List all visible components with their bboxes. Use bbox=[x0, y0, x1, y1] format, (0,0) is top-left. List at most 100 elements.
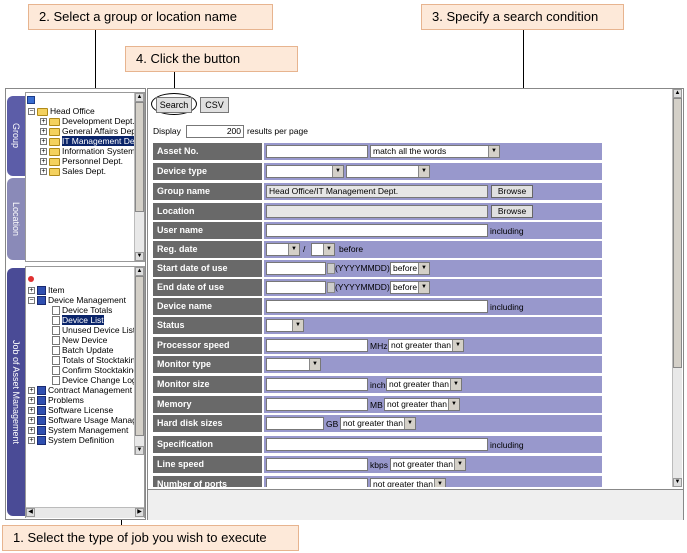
expand-icon[interactable]: + bbox=[40, 138, 47, 146]
end-date-condition-select[interactable]: before ▼ bbox=[390, 281, 430, 294]
asset-no-input[interactable] bbox=[266, 145, 368, 158]
search-frame-scrollbar[interactable]: ▲ ▼ bbox=[672, 89, 682, 487]
tree-item-label: Head Office bbox=[50, 106, 95, 116]
ports-condition-select[interactable]: not greater than ▼ bbox=[370, 478, 446, 487]
asset-no-label: Asset No. bbox=[153, 143, 262, 160]
callout-step4: 4. Click the button bbox=[125, 46, 298, 72]
calendar-icon[interactable] bbox=[327, 282, 335, 293]
monitor-size-input[interactable] bbox=[266, 378, 368, 391]
expand-icon[interactable]: + bbox=[28, 437, 35, 445]
hard-disk-input[interactable] bbox=[266, 417, 324, 430]
scroll-thumb[interactable] bbox=[135, 276, 144, 436]
folder-icon bbox=[37, 107, 48, 116]
results-per-page-input[interactable]: 200 bbox=[186, 125, 244, 138]
ports-row-clip: Number of ports not greater than ▼ bbox=[148, 476, 672, 487]
document-icon bbox=[52, 366, 60, 376]
monitor-size-condition-select[interactable]: not greater than ▼ bbox=[386, 378, 462, 391]
tree-item-label: System Definition bbox=[48, 435, 115, 445]
scroll-up-arrow[interactable]: ▲ bbox=[135, 267, 144, 276]
scroll-down-arrow[interactable]: ▼ bbox=[135, 252, 144, 261]
collapse-icon[interactable]: − bbox=[28, 297, 35, 305]
search-button[interactable]: Search bbox=[156, 97, 192, 113]
document-icon bbox=[52, 376, 60, 386]
device-type-select-1[interactable]: ▼ bbox=[266, 165, 344, 178]
expand-icon[interactable]: + bbox=[40, 118, 47, 126]
expand-icon[interactable]: + bbox=[40, 168, 47, 176]
collapse-icon[interactable]: − bbox=[28, 108, 35, 116]
csv-button[interactable]: CSV bbox=[200, 97, 229, 113]
scroll-right-arrow[interactable]: ▶ bbox=[135, 508, 144, 517]
expand-icon[interactable]: + bbox=[28, 397, 35, 405]
location-browse-button[interactable]: Browse bbox=[491, 205, 533, 218]
folder-icon bbox=[49, 167, 60, 176]
monitor-type-select[interactable]: ▼ bbox=[266, 358, 321, 371]
calendar-icon[interactable] bbox=[327, 263, 335, 274]
book-icon bbox=[37, 386, 46, 396]
start-date-condition-select[interactable]: before ▼ bbox=[390, 262, 430, 275]
job-tree-hscrollbar[interactable]: ◀ ▶ bbox=[26, 507, 144, 518]
reg-date-separator: / bbox=[303, 244, 306, 254]
group-name-input[interactable]: Head Office/IT Management Dept. bbox=[266, 185, 488, 198]
status-select[interactable]: ▼ bbox=[266, 319, 304, 332]
expand-icon[interactable]: + bbox=[28, 417, 35, 425]
group-browse-button[interactable]: Browse bbox=[491, 185, 533, 198]
reg-date-month-select[interactable]: ▼ bbox=[311, 243, 335, 256]
expand-icon[interactable]: + bbox=[40, 158, 47, 166]
user-name-input[interactable] bbox=[266, 224, 488, 237]
expand-icon[interactable]: + bbox=[28, 427, 35, 435]
expand-icon[interactable]: + bbox=[28, 387, 35, 395]
scroll-up-arrow[interactable]: ▲ bbox=[673, 89, 682, 98]
folder-icon bbox=[49, 157, 60, 166]
line-speed-condition-select[interactable]: not greater than ▼ bbox=[390, 458, 466, 471]
expand-icon[interactable]: + bbox=[28, 287, 35, 295]
start-date-input[interactable] bbox=[266, 262, 326, 275]
reg-date-before: before bbox=[339, 244, 364, 254]
callout-step1: 1. Select the type of job you wish to ex… bbox=[2, 525, 299, 551]
folder-icon bbox=[49, 127, 60, 136]
processor-speed-condition-select[interactable]: not greater than ▼ bbox=[388, 339, 464, 352]
tree-item-label: IT Management Dep bbox=[62, 136, 140, 146]
processor-speed-input[interactable] bbox=[266, 339, 368, 352]
tab-group[interactable]: Group bbox=[7, 96, 25, 176]
job-tree-scrollbar[interactable]: ▲ ▼ bbox=[134, 267, 144, 455]
scroll-down-arrow[interactable]: ▼ bbox=[673, 478, 682, 487]
user-name-label: User name bbox=[153, 222, 262, 239]
tree-item-job[interactable]: + System Definition bbox=[28, 435, 114, 446]
folder-icon bbox=[49, 117, 60, 126]
line-speed-unit: kbps bbox=[370, 460, 388, 470]
expand-icon[interactable]: + bbox=[40, 148, 47, 156]
expand-icon[interactable]: + bbox=[28, 407, 35, 415]
reg-date-year-select[interactable]: ▼ bbox=[266, 243, 300, 256]
tab-job-of-asset-management[interactable]: Job of Asset Management bbox=[7, 268, 25, 516]
scroll-thumb[interactable] bbox=[673, 98, 682, 368]
start-date-format: (YYYYMMDD) bbox=[335, 263, 390, 273]
scroll-left-arrow[interactable]: ◀ bbox=[26, 508, 35, 517]
specification-input[interactable] bbox=[266, 438, 488, 451]
scroll-thumb[interactable] bbox=[135, 102, 144, 212]
line-speed-input[interactable] bbox=[266, 458, 368, 471]
ports-input[interactable] bbox=[266, 478, 368, 487]
device-name-input[interactable] bbox=[266, 300, 488, 313]
device-type-select-2[interactable]: ▼ bbox=[346, 165, 430, 178]
scroll-up-arrow[interactable]: ▲ bbox=[135, 93, 144, 102]
location-label: Location bbox=[153, 203, 262, 220]
memory-input[interactable] bbox=[266, 398, 368, 411]
folder-icon bbox=[49, 147, 60, 156]
line-speed-label: Line speed bbox=[153, 456, 262, 473]
tree-item-label: Problems bbox=[48, 395, 84, 405]
group-tree-scrollbar[interactable]: ▲ ▼ bbox=[134, 93, 144, 261]
monitor-size-unit: inch bbox=[370, 380, 386, 390]
status-label: Status bbox=[153, 317, 262, 334]
expand-icon[interactable]: + bbox=[40, 128, 47, 136]
location-input[interactable] bbox=[266, 205, 488, 218]
end-date-input[interactable] bbox=[266, 281, 326, 294]
tab-location[interactable]: Location bbox=[7, 178, 25, 260]
hard-disk-condition-select[interactable]: not greater than ▼ bbox=[340, 417, 416, 430]
tree-item-group[interactable]: + Sales Dept. bbox=[40, 166, 106, 177]
hard-disk-unit: GB bbox=[326, 419, 339, 429]
asset-no-match-select[interactable]: match all the words ▼ bbox=[370, 145, 500, 158]
scroll-down-arrow[interactable]: ▼ bbox=[135, 446, 144, 455]
document-icon bbox=[52, 346, 60, 356]
memory-condition-select[interactable]: not greater than ▼ bbox=[384, 398, 460, 411]
device-name-including: including bbox=[490, 302, 524, 312]
